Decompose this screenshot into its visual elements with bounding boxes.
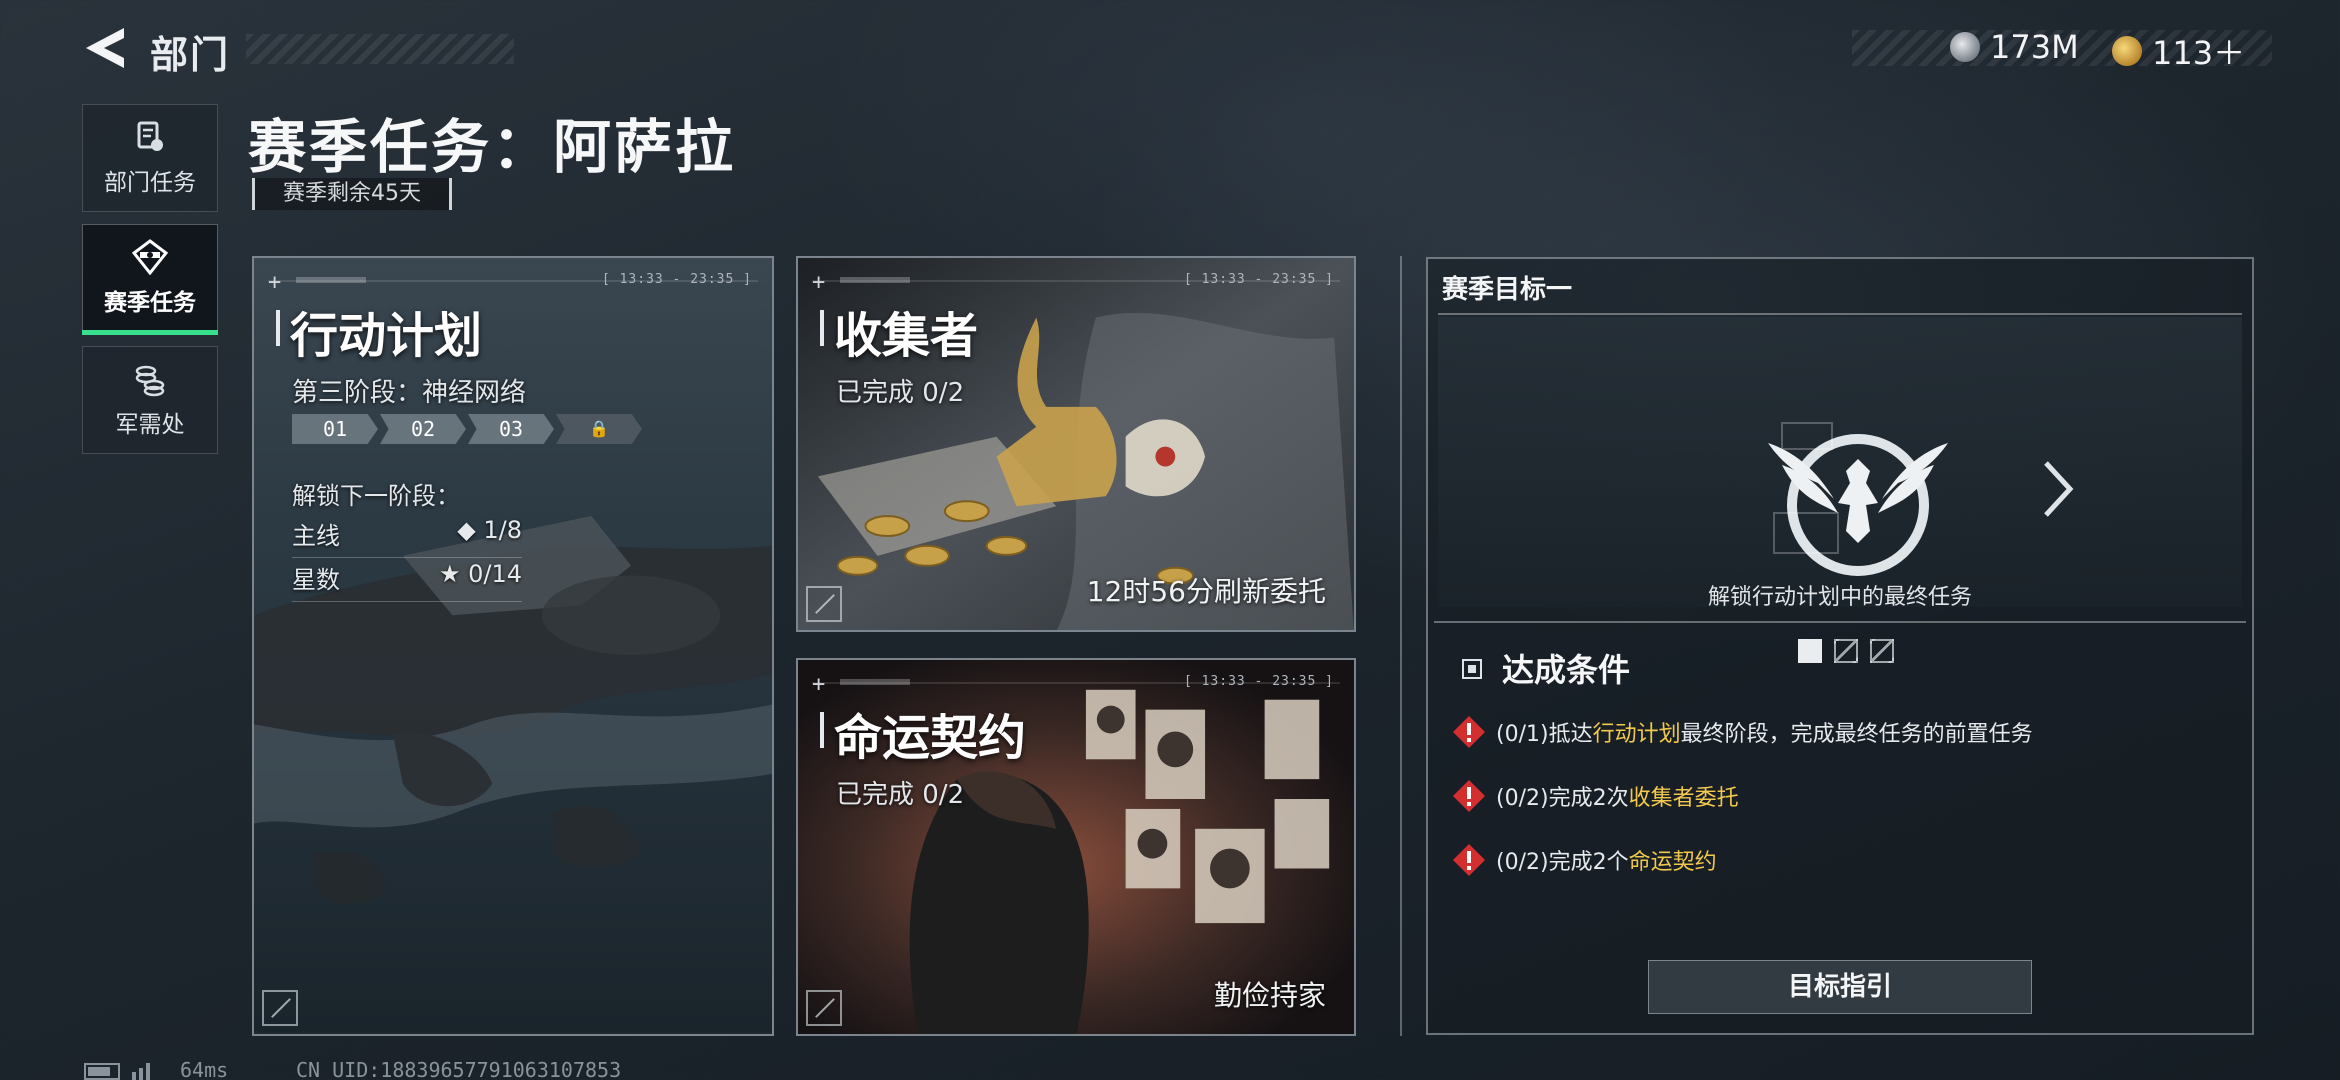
title-accent — [820, 310, 824, 346]
currency-gold-value: 113＋ — [2152, 34, 2246, 72]
season-goal-panel: 赛季目标一 解锁行动计划中的最终任务 达成条件 (0/1)抵达 行动计划 最终阶… — [1426, 257, 2254, 1035]
nav-item-season-tasks[interactable]: 赛季任务 — [82, 224, 218, 335]
vertical-divider — [1400, 256, 1402, 1036]
card-tag — [840, 277, 910, 283]
nav-label: 部门任务 — [104, 170, 196, 196]
condition-suffix: 最终阶段，完成最终任务的前置任务 — [1680, 722, 2033, 747]
silver-coin-icon — [1950, 32, 1980, 62]
goal-pager — [1798, 639, 1894, 663]
gold-coin-icon — [2112, 36, 2142, 66]
ping-value: 64ms — [180, 1058, 229, 1080]
nav-label: 军需处 — [115, 412, 185, 438]
header-title: 部门 — [150, 33, 231, 77]
battery-signal-icon — [84, 1063, 150, 1080]
expand-corner-icon — [262, 990, 298, 1026]
season-remaining-badge: 赛季剩余45天 — [252, 178, 452, 210]
goal-emblem-area: 解锁行动计划中的最终任务 — [1438, 317, 2242, 663]
goal-divider — [1434, 621, 2246, 623]
main-line-value: ◆ 1/8 — [457, 516, 522, 544]
unlock-label: 解锁下一阶段： — [292, 482, 460, 510]
warning-icon — [1453, 844, 1485, 876]
condition-item: (0/2)完成2个 命运契约 — [1452, 843, 1717, 877]
warning-icon — [1453, 780, 1485, 812]
completion-progress: 已完成 0/2 — [836, 378, 965, 408]
contract-name: 勤俭持家 — [1213, 979, 1326, 1012]
star-progress: 星数 ★ 0/14 — [292, 560, 522, 602]
crosshair-icon: + — [812, 672, 826, 697]
goal-divider — [1438, 313, 2242, 315]
condition-prefix: (0/2)完成2个 — [1496, 850, 1629, 875]
warning-icon — [1453, 716, 1485, 748]
star-label: 星数 — [292, 566, 340, 594]
crosshair-icon: + — [268, 270, 282, 295]
nav-label: 赛季任务 — [104, 290, 196, 316]
pager-dot[interactable] — [1870, 639, 1894, 663]
page-title: 赛季任务：阿萨拉 — [248, 113, 737, 181]
title-accent — [820, 712, 824, 748]
stage-03: 03 — [468, 414, 554, 444]
card-tag — [840, 679, 910, 685]
goal-title: 赛季目标一 — [1442, 275, 1573, 305]
header-decoration — [246, 34, 514, 64]
card-time: [ 13:33 - 23:35 ] — [1183, 272, 1334, 287]
crosshair-icon: + — [812, 270, 826, 295]
phase-label: 第三阶段：神经网络 — [292, 378, 527, 408]
coins-icon — [135, 365, 165, 397]
stage-progress: 01 02 03 🔒 — [292, 414, 644, 444]
pager-dot[interactable] — [1834, 639, 1858, 663]
card-fate-contract[interactable]: + [ 13:33 - 23:35 ] 命运契约 已完成 0/2 勤俭持家 — [796, 658, 1356, 1036]
section-marker-icon — [1462, 659, 1482, 679]
chevron-right-icon[interactable] — [2038, 457, 2078, 521]
card-tag — [296, 277, 366, 283]
card-time: [ 13:33 - 23:35 ] — [601, 272, 752, 287]
pager-dot-active[interactable] — [1798, 639, 1822, 663]
condition-highlight: 行动计划 — [1592, 722, 1681, 747]
expand-corner-icon — [806, 586, 842, 622]
title-accent — [276, 310, 280, 346]
stage-02: 02 — [380, 414, 466, 444]
condition-prefix: (0/2)完成2次 — [1496, 786, 1629, 811]
season-icon — [132, 239, 168, 275]
star-value: ★ 0/14 — [438, 560, 522, 588]
currency-silver[interactable]: 173M — [1950, 28, 2079, 66]
user-uid: CN UID:18839657791063107853 — [296, 1058, 622, 1080]
nav-item-quartermaster[interactable]: 军需处 — [82, 346, 218, 454]
currency-gold[interactable]: 113＋ — [2112, 28, 2245, 74]
card-title: 行动计划 — [290, 308, 483, 364]
condition-item: (0/1)抵达 行动计划 最终阶段，完成最终任务的前置任务 — [1452, 715, 2033, 749]
completion-progress: 已完成 0/2 — [836, 780, 965, 810]
stage-01: 01 — [292, 414, 378, 444]
back-arrow-icon[interactable] — [84, 26, 126, 70]
card-title: 命运契约 — [834, 710, 1027, 766]
main-line-label: 主线 — [292, 522, 340, 550]
main-line-progress: 主线 ◆ 1/8 — [292, 516, 522, 558]
eagle-emblem-icon — [1768, 422, 1948, 576]
conditions-title: 达成条件 — [1502, 651, 1631, 689]
card-collector[interactable]: + [ 13:33 - 23:35 ] 收集者 已完成 0/2 12时56分刷新… — [796, 256, 1356, 632]
currency-silver-value: 173M — [1990, 28, 2079, 66]
card-time: [ 13:33 - 23:35 ] — [1183, 674, 1334, 689]
goal-description: 解锁行动计划中的最终任务 — [1707, 585, 1972, 610]
lock-icon: 🔒 — [556, 414, 642, 444]
goal-guide-button[interactable]: 目标指引 — [1648, 960, 2032, 1014]
expand-corner-icon — [806, 990, 842, 1026]
refresh-timer: 12时56分刷新委托 — [1086, 575, 1326, 608]
condition-item: (0/2)完成2次 收集者委托 — [1452, 779, 1739, 813]
card-action-plan[interactable]: + [ 13:33 - 23:35 ] 行动计划 第三阶段：神经网络 01 02… — [252, 256, 774, 1036]
condition-highlight: 命运契约 — [1628, 850, 1717, 875]
condition-prefix: (0/1)抵达 — [1496, 722, 1593, 747]
card-title: 收集者 — [834, 308, 979, 364]
nav-item-department-tasks[interactable]: 部门任务 — [82, 104, 218, 212]
document-icon — [137, 121, 163, 151]
condition-highlight: 收集者委托 — [1628, 786, 1739, 811]
